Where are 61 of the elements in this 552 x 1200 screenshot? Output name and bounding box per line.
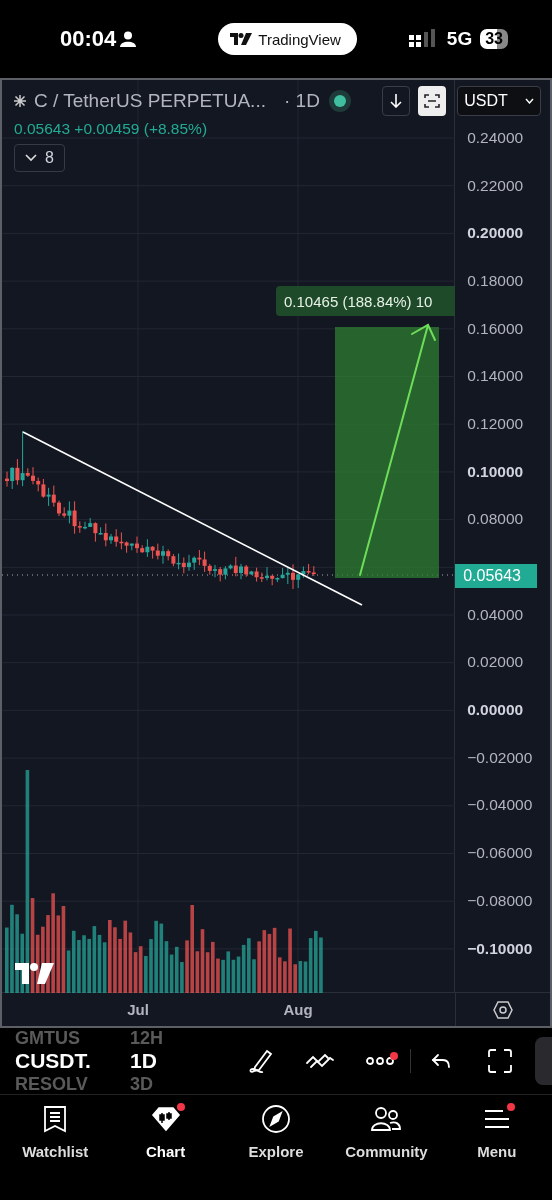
candles-diamond-icon — [150, 1106, 181, 1132]
price-axis-label: −0.02000 — [466, 747, 534, 768]
price-axis-label: −0.08000 — [466, 890, 534, 911]
currency-dropdown[interactable]: USDT — [457, 86, 542, 116]
compass-icon — [261, 1104, 291, 1134]
price-axis-label: 0.16000 — [466, 318, 525, 339]
projection-zone[interactable] — [335, 327, 439, 578]
price-change-text: 0.05643 +0.00459 (+8.85%) — [14, 120, 209, 138]
snapshot-button[interactable] — [418, 86, 447, 116]
price-axis-label: −0.04000 — [466, 795, 534, 816]
side-panel-handle[interactable] — [535, 1037, 552, 1085]
price-axis-label: 0.04000 — [466, 604, 525, 625]
clock-time: 00:04 — [60, 26, 117, 52]
current-price-badge: 0.05643 — [455, 564, 538, 589]
time-axis-label: Aug — [283, 1001, 313, 1019]
price-axis-label: 0.08000 — [466, 509, 525, 530]
app-pill[interactable]: TradingView — [218, 23, 357, 55]
trend-line[interactable] — [22, 431, 363, 606]
nav-tab[interactable]: Community — [331, 1103, 442, 1160]
price-axis-label: 0.00000 — [466, 700, 525, 721]
indicators-toggle[interactable]: 8 — [14, 144, 65, 172]
symbol-label[interactable]: CUSDT. — [15, 1049, 130, 1073]
interval-label[interactable]: 1D — [130, 1049, 200, 1073]
bookmark-list-icon — [43, 1105, 68, 1133]
people-icon — [370, 1106, 403, 1132]
battery-level: 33 — [480, 29, 508, 49]
price-axis-label: 0.20000 — [466, 223, 525, 244]
price-axis-label: 0.18000 — [466, 270, 525, 291]
fullscreen-icon — [487, 1048, 513, 1074]
menu-icon — [482, 1108, 511, 1130]
more-icon — [365, 1056, 395, 1066]
nav-tab[interactable]: Watchlist — [0, 1103, 111, 1160]
undo-icon — [430, 1053, 451, 1069]
projection-label: 0.10465 (188.84%) 10 — [276, 286, 455, 316]
frame-icon — [424, 93, 441, 109]
logo-icon — [230, 33, 253, 45]
down-arrow-icon — [390, 94, 403, 108]
price-axis-label: 0.24000 — [466, 127, 525, 148]
symbol-title[interactable]: C / TetherUS PERPETUA... — [34, 90, 266, 112]
time-axis-label: Jul — [127, 1001, 149, 1019]
price-axis-label: −0.10000 — [466, 938, 534, 959]
price-axis-label: 0.12000 — [466, 413, 525, 434]
price-axis-label: −0.06000 — [466, 843, 534, 864]
settings-icon[interactable] — [493, 999, 513, 1020]
price-axis-label: 0.22000 — [466, 175, 525, 196]
nav-tab[interactable]: Chart — [110, 1103, 221, 1160]
symbol-icon — [14, 95, 26, 107]
network-label: 5G — [446, 28, 473, 50]
interval-label[interactable]: · 1D — [283, 90, 320, 112]
chevron-down-icon — [525, 98, 535, 104]
price-axis-label: 0.14000 — [466, 366, 525, 387]
chevron-down-icon — [25, 154, 37, 162]
pen-icon — [247, 1047, 273, 1075]
person-icon — [120, 31, 137, 47]
price-axis-label: 0.10000 — [466, 461, 525, 482]
nav-tab[interactable]: Menu — [441, 1103, 552, 1160]
nav-tab[interactable]: Explore — [220, 1103, 332, 1160]
price-axis-label: 0.02000 — [466, 652, 525, 673]
download-button[interactable] — [382, 86, 411, 116]
watermark-logo-icon — [15, 963, 54, 984]
projection-arrow[interactable] — [359, 323, 436, 576]
